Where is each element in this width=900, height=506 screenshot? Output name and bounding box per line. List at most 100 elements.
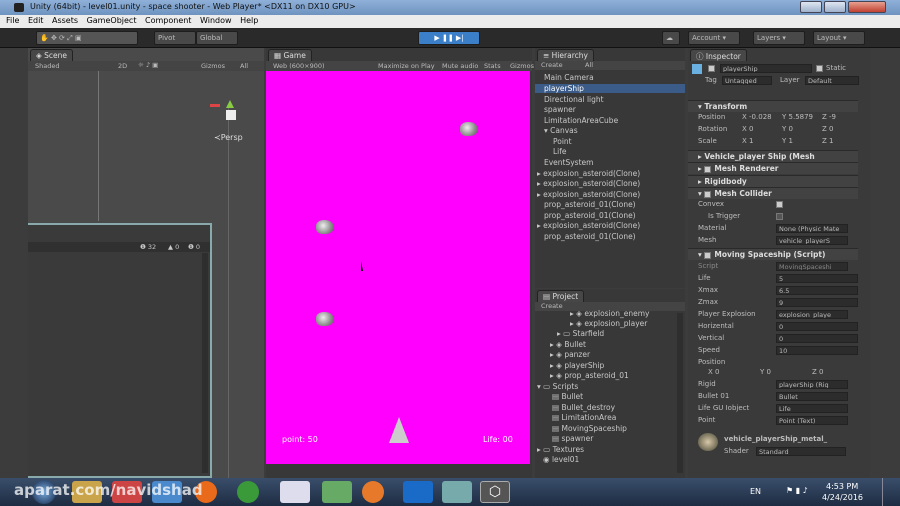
hierarchy-item[interactable]: prop_asteroid_01(Clone) bbox=[535, 232, 636, 241]
project-script[interactable]: ▤ spawner bbox=[535, 434, 593, 443]
scale-z[interactable]: Z 1 bbox=[822, 137, 834, 145]
project-scrollbar[interactable] bbox=[677, 313, 683, 473]
point-field[interactable]: Point (Text) bbox=[776, 416, 848, 425]
console-scrollbar[interactable] bbox=[202, 253, 208, 473]
bullet01-field[interactable]: Bullet bbox=[776, 392, 848, 401]
clock-time[interactable]: 4:53 PM bbox=[826, 482, 858, 491]
project-script[interactable]: ▤ MovingSpaceship bbox=[535, 424, 627, 433]
cloud-icon[interactable]: ☁ bbox=[662, 31, 680, 45]
maximize-button[interactable] bbox=[824, 1, 846, 13]
hierarchy-item[interactable]: ▸ explosion_asteroid(Clone) bbox=[535, 169, 640, 178]
moving-spaceship-header[interactable]: ▾ Moving Spaceship (Script) bbox=[688, 248, 858, 260]
app-icon[interactable] bbox=[362, 481, 384, 503]
gizmos-dropdown[interactable]: Gizmos bbox=[201, 62, 225, 70]
mesh-field[interactable]: vehicle_playerS bbox=[776, 236, 848, 245]
vertical-field[interactable]: 0 bbox=[776, 334, 858, 343]
scene-gizmo-cube-icon[interactable] bbox=[226, 110, 236, 120]
app-icon[interactable] bbox=[280, 481, 310, 503]
zmax-field[interactable]: 9 bbox=[776, 298, 858, 307]
mesh-filter-header[interactable]: ▸ Vehicle_player Ship (Mesh bbox=[688, 150, 858, 162]
2d-toggle[interactable]: 2D bbox=[118, 62, 127, 70]
global-toggle[interactable]: Global bbox=[196, 31, 238, 45]
tag-dropdown[interactable]: Untagged bbox=[722, 76, 772, 85]
project-item[interactable]: ▸ ◈ prop_asteroid_01 bbox=[535, 371, 629, 380]
mesh-renderer-header[interactable]: ▸ Mesh Renderer bbox=[688, 162, 858, 174]
mesh-collider-header[interactable]: ▾ Mesh Collider bbox=[688, 187, 858, 199]
project-folder[interactable]: ▾ ▭ Scripts bbox=[535, 382, 578, 391]
script-position-y[interactable]: Y 0 bbox=[760, 368, 771, 376]
mute-audio-toggle[interactable]: Mute audio bbox=[442, 62, 478, 70]
rigid-field[interactable]: playerShip (Rig bbox=[776, 380, 848, 389]
project-scene[interactable]: ◉ level01 bbox=[535, 455, 579, 464]
convex-checkbox[interactable] bbox=[776, 200, 786, 208]
tab-scene[interactable]: ◈ Scene bbox=[30, 49, 74, 61]
clock-date[interactable]: 4/24/2016 bbox=[822, 493, 863, 502]
hierarchy-item[interactable]: Main Camera bbox=[535, 73, 685, 82]
project-item[interactable]: ▸ ◈ Bullet bbox=[535, 340, 586, 349]
player-explosion-field[interactable]: explosion_playe bbox=[776, 310, 848, 319]
hierarchy-search[interactable]: All bbox=[585, 61, 593, 69]
unity-taskbar-icon[interactable]: ⬡ bbox=[480, 481, 510, 503]
hierarchy-item[interactable]: spawner bbox=[535, 105, 576, 114]
light-icon[interactable]: ☼ ♪ ▣ bbox=[138, 61, 158, 69]
chrome-icon[interactable] bbox=[237, 481, 259, 503]
life-gui-object-field[interactable]: Life bbox=[776, 404, 848, 413]
position-y[interactable]: Y 5.5879 bbox=[782, 113, 813, 121]
rotation-z[interactable]: Z 0 bbox=[822, 125, 834, 133]
hierarchy-item[interactable]: ▸ explosion_asteroid(Clone) bbox=[535, 190, 640, 199]
shaded-dropdown[interactable]: Shaded bbox=[35, 62, 59, 70]
horizental-field[interactable]: 0 bbox=[776, 322, 858, 331]
menu-help[interactable]: Help bbox=[240, 16, 258, 25]
minimize-button[interactable] bbox=[800, 1, 822, 13]
scene-gizmo-x-axis-icon[interactable] bbox=[210, 104, 220, 107]
scene-search[interactable]: All bbox=[240, 62, 248, 70]
tab-hierarchy[interactable]: ≡ Hierarchy bbox=[537, 49, 594, 61]
maximize-on-play-toggle[interactable]: Maximize on Play bbox=[378, 62, 435, 70]
transform-header[interactable]: ▾ Transform bbox=[688, 100, 858, 112]
layout-dropdown[interactable]: Layout ▾ bbox=[813, 31, 865, 45]
play-controls[interactable]: ▶ ❚❚ ▶| bbox=[418, 31, 480, 45]
menu-component[interactable]: Component bbox=[145, 16, 191, 25]
rotation-x[interactable]: X 0 bbox=[742, 125, 754, 133]
active-checkbox[interactable] bbox=[708, 64, 718, 72]
layers-dropdown[interactable]: Layers ▾ bbox=[753, 31, 805, 45]
hierarchy-item[interactable]: prop_asteroid_01(Clone) bbox=[535, 211, 636, 220]
project-script[interactable]: ▤ LimitationArea bbox=[535, 413, 616, 422]
app-icon[interactable] bbox=[322, 481, 352, 503]
tab-game[interactable]: ▦ Game bbox=[268, 49, 312, 61]
persp-label[interactable]: ≺Persp bbox=[214, 133, 243, 142]
stats-toggle[interactable]: Stats bbox=[484, 62, 501, 70]
tray-icons[interactable]: ⚑ ▮ ♪ bbox=[786, 486, 808, 495]
project-item[interactable]: ▸ ◈ explosion_player bbox=[535, 319, 647, 328]
hierarchy-create-button[interactable]: Create bbox=[541, 61, 563, 69]
project-item[interactable]: ▸ ◈ playerShip bbox=[535, 361, 604, 370]
hierarchy-item-selected[interactable]: playerShip bbox=[535, 84, 685, 93]
hierarchy-item[interactable]: prop_asteroid_01(Clone) bbox=[535, 200, 636, 209]
static-toggle[interactable]: Static bbox=[816, 64, 846, 72]
script-position-x[interactable]: X 0 bbox=[708, 368, 720, 376]
life-field[interactable]: 5 bbox=[776, 274, 858, 283]
project-folder[interactable]: ▸ ▭ Textures bbox=[535, 445, 584, 454]
menu-gameobject[interactable]: GameObject bbox=[87, 16, 137, 25]
tab-inspector[interactable]: ⓘ Inspector bbox=[690, 49, 747, 61]
app-icon[interactable] bbox=[442, 481, 472, 503]
app-icon[interactable] bbox=[403, 481, 433, 503]
rotation-y[interactable]: Y 0 bbox=[782, 125, 793, 133]
gameobject-name-field[interactable]: playerShip bbox=[720, 64, 812, 73]
hierarchy-item[interactable]: LimitationAreaCube bbox=[535, 116, 618, 125]
menu-window[interactable]: Window bbox=[200, 16, 232, 25]
menu-file[interactable]: File bbox=[6, 16, 19, 25]
console-error-count[interactable]: ❶ 32 bbox=[140, 243, 156, 251]
position-x[interactable]: X -0.028 bbox=[742, 113, 772, 121]
menu-edit[interactable]: Edit bbox=[28, 16, 44, 25]
hierarchy-item[interactable]: ▸ explosion_asteroid(Clone) bbox=[535, 179, 640, 188]
scale-x[interactable]: X 1 bbox=[742, 137, 754, 145]
tab-project[interactable]: ▤ Project bbox=[537, 290, 585, 302]
script-position-z[interactable]: Z 0 bbox=[812, 368, 824, 376]
scene-gizmo-y-axis-icon[interactable] bbox=[226, 100, 234, 108]
project-item[interactable]: ▸ ◈ panzer bbox=[535, 350, 590, 359]
hierarchy-item[interactable]: Directional light bbox=[535, 95, 604, 104]
is-trigger-checkbox[interactable] bbox=[776, 212, 786, 220]
project-item[interactable]: ▸ ▭ Starfield bbox=[535, 329, 604, 338]
game-gizmos-toggle[interactable]: Gizmos bbox=[510, 62, 534, 70]
